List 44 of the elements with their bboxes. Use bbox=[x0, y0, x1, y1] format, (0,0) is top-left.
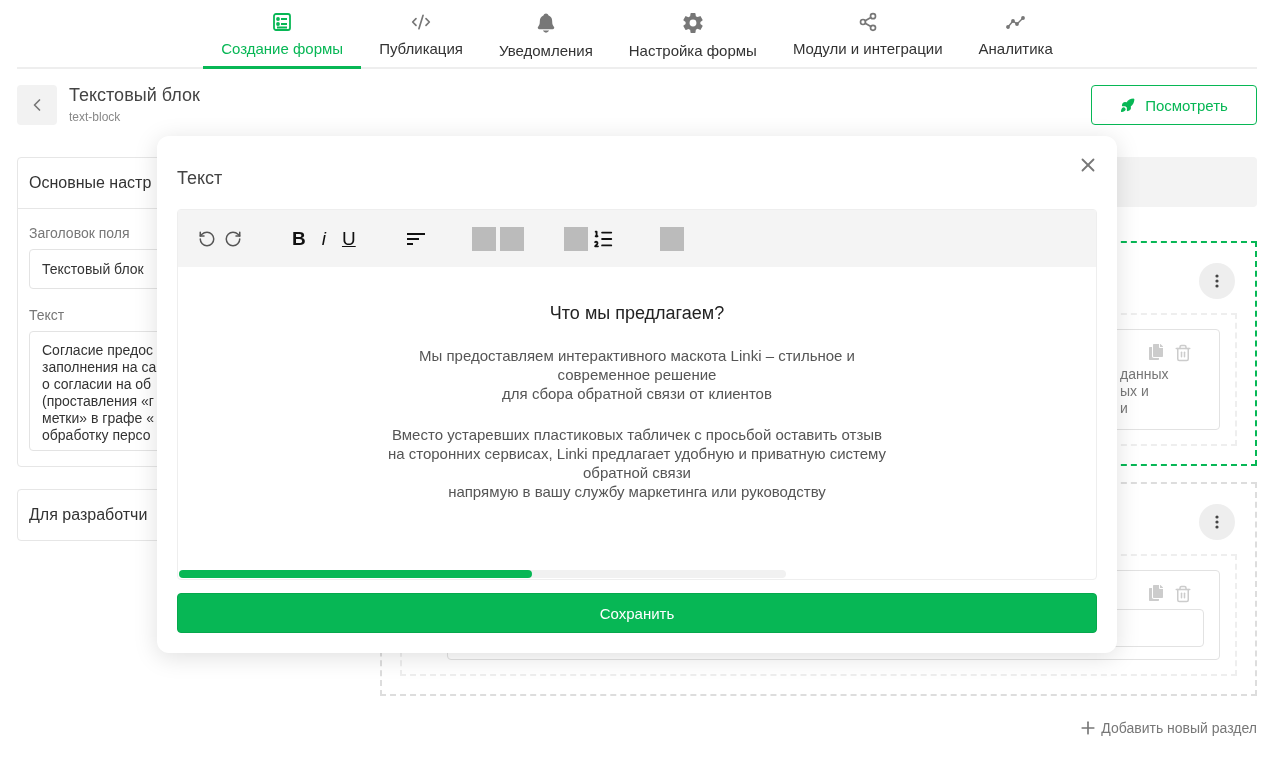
modal-title: Текст bbox=[177, 168, 223, 189]
content-paragraph: Мы предоставляем интерактивного маскота Linki – стильное и современное решение для сбора обратной связи от клиентов bbox=[419, 346, 855, 403]
copy-icon[interactable] bbox=[1148, 585, 1164, 601]
page-title: Текстовый блок bbox=[69, 85, 200, 106]
share-icon bbox=[857, 12, 878, 32]
nav-tab[interactable]: Уведомления bbox=[480, 0, 611, 69]
more-button[interactable] bbox=[1199, 263, 1235, 299]
trash-icon[interactable] bbox=[1174, 344, 1192, 362]
nav-tab[interactable]: Модули и интеграции bbox=[774, 0, 961, 69]
undo-button[interactable] bbox=[198, 229, 216, 248]
card-title: Основные настр bbox=[29, 174, 152, 192]
nav-tab[interactable]: Настройка формы bbox=[610, 0, 775, 69]
undo-icon bbox=[198, 229, 216, 248]
card-text: данных ых и и bbox=[1120, 366, 1170, 417]
missing-icon[interactable] bbox=[499, 226, 524, 251]
scrollbar-thumb[interactable] bbox=[179, 570, 532, 579]
format-button[interactable]: B bbox=[288, 227, 310, 250]
settings-icon bbox=[681, 12, 704, 34]
redo-icon bbox=[224, 229, 242, 248]
card-title: Для разработчи bbox=[29, 506, 148, 524]
field-label: Заголовок поля bbox=[29, 225, 130, 241]
nav-tab[interactable]: Публикация bbox=[361, 0, 481, 69]
align-left-icon bbox=[405, 231, 426, 246]
more-vertical-icon bbox=[1215, 515, 1219, 529]
code-icon bbox=[411, 12, 432, 32]
form-list-icon bbox=[272, 12, 293, 32]
missing-icon[interactable] bbox=[471, 226, 496, 251]
copy-icon[interactable] bbox=[1148, 344, 1164, 360]
add-section-link[interactable]: Добавить новый раздел bbox=[1078, 718, 1257, 738]
more-button[interactable] bbox=[1199, 504, 1235, 540]
nav-tab[interactable]: Аналитика bbox=[960, 0, 1071, 69]
align-button[interactable] bbox=[405, 231, 426, 246]
redo-button[interactable] bbox=[224, 229, 242, 248]
field-label: Текст bbox=[29, 307, 65, 323]
missing-icon[interactable] bbox=[659, 226, 684, 251]
trash-icon[interactable] bbox=[1174, 585, 1192, 603]
page-subtitle: text-block bbox=[69, 110, 122, 124]
rocket-icon bbox=[1120, 97, 1136, 113]
format-button[interactable]: i bbox=[317, 227, 330, 250]
content-paragraph: Вместо устаревших пластиковых табличек с просьбой оставить отзыв на сторонних сервисах, Linki предлагает удобную и приватную систему обратной связи напрямую в вашу службу маркетинга или руководству bbox=[387, 425, 887, 501]
format-button[interactable]: U bbox=[337, 227, 360, 250]
content-heading: Что мы предлагаем? bbox=[549, 303, 725, 324]
back-button[interactable] bbox=[17, 85, 57, 125]
more-vertical-icon bbox=[1215, 274, 1219, 288]
